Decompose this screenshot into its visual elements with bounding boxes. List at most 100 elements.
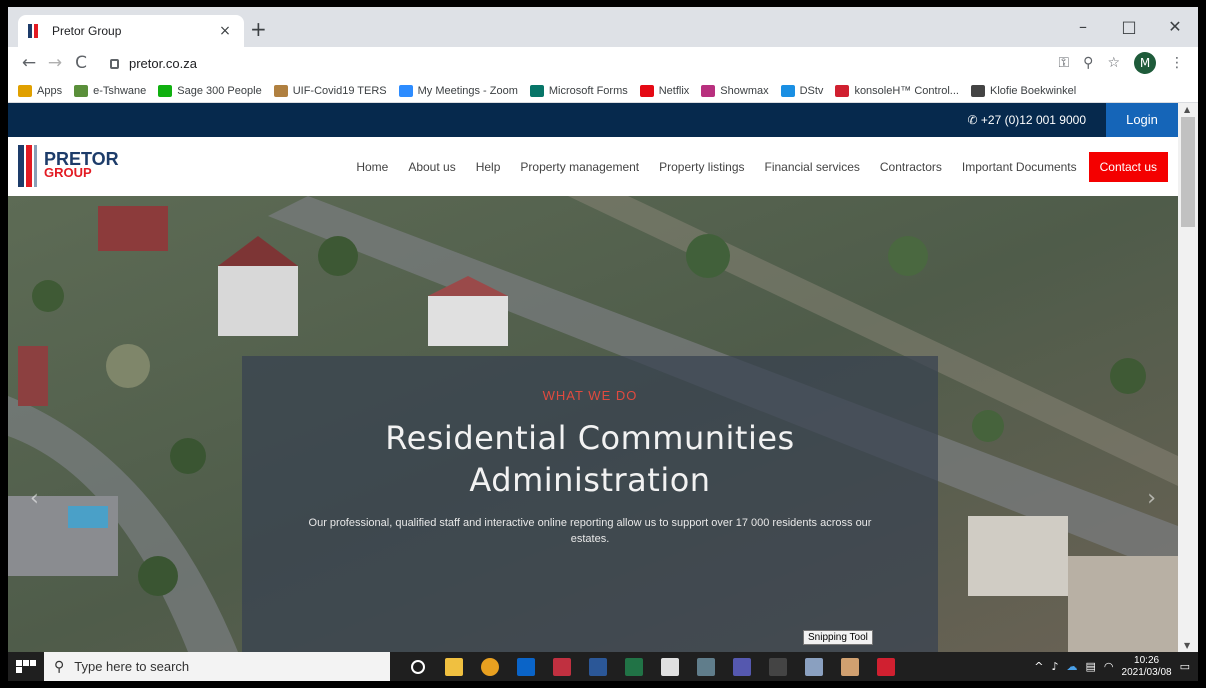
taskbar-apps: [400, 652, 904, 681]
forward-button[interactable]: →: [42, 53, 68, 73]
back-button[interactable]: ←: [16, 53, 42, 73]
scroll-down-icon[interactable]: ▼: [1184, 641, 1190, 650]
etshwane-icon: [74, 84, 89, 97]
hero-title-line1: Residential Communities: [385, 419, 795, 457]
bookmark-item[interactable]: Sage 300 People: [158, 84, 262, 97]
notifications-icon[interactable]: ▭: [1180, 660, 1190, 673]
apps-grid-icon: [18, 84, 32, 97]
pretor-app-icon[interactable]: [544, 652, 580, 681]
reload-button[interactable]: C: [68, 53, 94, 73]
hero-title-line2: Administration: [469, 461, 711, 499]
menu-contractors[interactable]: Contractors: [880, 160, 942, 174]
store-icon[interactable]: [652, 652, 688, 681]
taskbar-search[interactable]: ⚲ Type here to search: [44, 652, 390, 681]
pretor-logo[interactable]: PRETOR GROUP: [18, 145, 119, 187]
lock-icon[interactable]: [110, 59, 119, 69]
onedrive-icon[interactable]: ☁: [1067, 660, 1078, 673]
netflix-icon: [639, 84, 654, 97]
teams-icon[interactable]: [724, 652, 760, 681]
bookmark-item[interactable]: DStv: [780, 84, 824, 97]
popup-app-icon[interactable]: [832, 652, 868, 681]
phone-icon: ✆: [967, 113, 981, 127]
star-icon[interactable]: ☆: [1107, 55, 1120, 71]
bookmark-item[interactable]: Netflix: [639, 84, 690, 97]
bookmark-item[interactable]: UIF-Covid19 TERS: [273, 84, 387, 97]
menu-help[interactable]: Help: [476, 160, 501, 174]
maximize-button[interactable]: □: [1106, 13, 1152, 41]
bookmark-item[interactable]: konsoleH™ Control...: [835, 84, 959, 97]
menu-about-us[interactable]: About us: [408, 160, 455, 174]
word-icon[interactable]: [580, 652, 616, 681]
scroll-thumb[interactable]: [1181, 117, 1195, 227]
site-topbar: ✆ +27 (0)12 001 9000 Login: [8, 103, 1178, 137]
outlook-icon[interactable]: [508, 652, 544, 681]
bookmark-label: e-Tshwane: [93, 84, 147, 97]
login-button[interactable]: Login: [1106, 103, 1178, 137]
snipping-tool-icon[interactable]: [796, 652, 832, 681]
pretor-favicon-icon: [28, 24, 42, 38]
dstv-icon: [780, 84, 795, 97]
clock-time: 10:26: [1134, 654, 1160, 666]
scroll-up-icon[interactable]: ▲: [1184, 105, 1190, 114]
hero-caption: WHAT WE DO Residential Communities Admin…: [242, 356, 938, 652]
bookmark-label: DStv: [799, 84, 824, 97]
menu-important-documents[interactable]: Important Documents: [962, 160, 1077, 174]
windows-taskbar: ⚲ Type here to search ^ ♪ ☁ ▤ ◠ 10:26 20…: [8, 652, 1198, 681]
zoom-icon: [398, 84, 413, 97]
phone-number[interactable]: ✆ +27 (0)12 001 9000: [968, 103, 1086, 137]
menu-dots-icon[interactable]: ⋮: [1170, 55, 1184, 71]
bookmark-label: Netflix: [658, 84, 690, 97]
bookmark-item[interactable]: Showmax: [701, 84, 769, 97]
bookmark-label: Apps: [37, 84, 63, 97]
logo-line1: PRETOR: [44, 149, 119, 169]
menu-property-management[interactable]: Property management: [520, 160, 639, 174]
tab-title: Pretor Group: [52, 24, 122, 38]
bookmark-item[interactable]: Apps: [18, 84, 63, 97]
bookmark-item[interactable]: My Meetings - Zoom: [398, 84, 518, 97]
clock[interactable]: 10:26 2021/03/08: [1122, 655, 1172, 679]
profile-avatar[interactable]: M: [1134, 52, 1156, 74]
system-tray: ^ ♪ ☁ ▤ ◠ 10:26 2021/03/08 ▭: [1034, 655, 1198, 679]
site-header: PRETOR GROUP Home About us Help Property…: [8, 137, 1178, 196]
snipping-tool-tooltip: Snipping Tool: [803, 630, 873, 645]
minimize-button[interactable]: –: [1060, 13, 1106, 41]
menu-property-listings[interactable]: Property listings: [659, 160, 744, 174]
tab-pretor[interactable]: Pretor Group ×: [18, 15, 244, 47]
bookmark-item[interactable]: e-Tshwane: [74, 84, 147, 97]
zoom-icon[interactable]: ⚲: [1083, 55, 1093, 71]
bookmark-item[interactable]: Klofie Boekwinkel: [970, 84, 1077, 97]
search-icon: ⚲: [54, 658, 65, 675]
page-scrollbar[interactable]: ▲ ▼: [1178, 103, 1198, 652]
windows-start-icon[interactable]: [8, 660, 36, 673]
bookmark-label: Sage 300 People: [177, 84, 262, 97]
wifi-icon[interactable]: ◠: [1104, 660, 1114, 673]
tab-strip: Pretor Group × + – □ ✕: [8, 7, 1198, 47]
bookmark-label: UIF-Covid19 TERS: [292, 84, 387, 97]
red-app-icon[interactable]: [868, 652, 904, 681]
new-tab-button[interactable]: +: [250, 19, 267, 39]
calculator-icon[interactable]: [688, 652, 724, 681]
contact-us-button[interactable]: Contact us: [1088, 152, 1168, 182]
bookmark-label: Klofie Boekwinkel: [989, 84, 1077, 97]
cortana-icon[interactable]: [400, 652, 436, 681]
address-bar[interactable]: pretor.co.za: [100, 50, 1059, 76]
chrome-icon[interactable]: [472, 652, 508, 681]
prev-slide-button[interactable]: ‹: [30, 486, 39, 511]
app-generic-icon[interactable]: [760, 652, 796, 681]
hero-eyebrow: WHAT WE DO: [542, 388, 638, 403]
next-slide-button[interactable]: ›: [1147, 486, 1156, 511]
konsoleh-icon: [835, 84, 850, 97]
url-text[interactable]: pretor.co.za: [129, 56, 197, 71]
chevron-up-icon[interactable]: ^: [1034, 660, 1043, 673]
file-explorer-icon[interactable]: [436, 652, 472, 681]
bookmark-label: konsoleH™ Control...: [854, 84, 959, 97]
volume-icon[interactable]: ♪: [1051, 660, 1058, 673]
network-icon[interactable]: ▤: [1086, 660, 1096, 673]
menu-financial-services[interactable]: Financial services: [765, 160, 860, 174]
menu-home[interactable]: Home: [356, 160, 388, 174]
excel-icon[interactable]: [616, 652, 652, 681]
close-window-button[interactable]: ✕: [1152, 13, 1198, 41]
key-icon[interactable]: ⚿: [1059, 55, 1070, 71]
bookmark-item[interactable]: Microsoft Forms: [529, 84, 628, 97]
tab-close-icon[interactable]: ×: [216, 23, 234, 39]
